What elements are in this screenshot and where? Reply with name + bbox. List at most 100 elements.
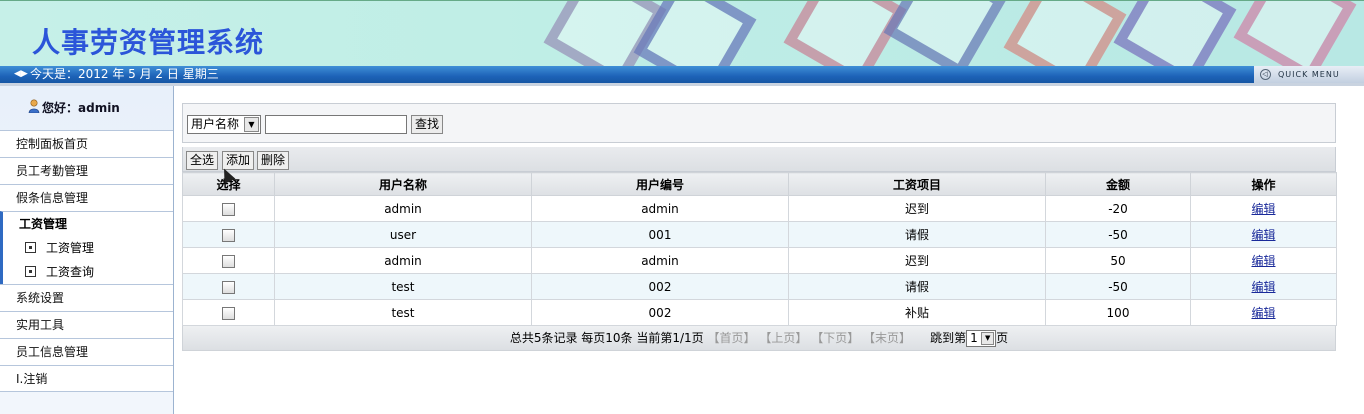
pagination-summary: 总共5条记录 每页10条 当前第1/1页 [509, 331, 704, 345]
edit-link[interactable]: 编辑 [1251, 254, 1275, 268]
sidebar-subitem-label: 工资管理 [46, 241, 95, 255]
column-header: 用户编号 [531, 172, 789, 196]
cell-amount: -20 [1045, 195, 1191, 222]
table-row: user 001 请假 -50 编辑 [182, 221, 1337, 248]
cell-user-id: admin [531, 195, 789, 222]
table-row: test 002 请假 -50 编辑 [182, 273, 1337, 300]
header-banner: 人事劳资管理系统 [0, 0, 1364, 66]
sidebar-item-settings[interactable]: 系统设置 [0, 284, 173, 311]
banner-decoration [1113, 1, 1237, 66]
edit-link[interactable]: 编辑 [1251, 280, 1275, 294]
first-page-link[interactable]: 【首页】 [708, 331, 756, 345]
sidebar-item-label: 假条信息管理 [16, 191, 89, 205]
sidebar-subitem-label: 工资查询 [46, 265, 95, 279]
chevron-down-icon: ▼ [244, 117, 259, 132]
chevron-down-icon: ▼ [981, 332, 995, 345]
cell-user-name: test [274, 273, 532, 300]
column-header: 用户名称 [274, 172, 532, 196]
table-header-row: 选择 用户名称 用户编号 工资项目 金额 操作 [182, 172, 1337, 196]
quick-menu-label: QUICK MENU [1278, 70, 1340, 79]
column-header: 工资项目 [788, 172, 1046, 196]
search-input[interactable] [265, 115, 407, 134]
cell-user-name: admin [274, 247, 532, 274]
cell-user-name: admin [274, 195, 532, 222]
select-all-button[interactable]: 全选 [186, 151, 218, 170]
cell-salary-item: 请假 [788, 273, 1046, 300]
search-button[interactable]: 查找 [411, 115, 443, 134]
cell-salary-item: 请假 [788, 221, 1046, 248]
main-content: 用户名称 ▼ 查找 全选 添加 删除 选择 用户名称 用户编号 工资项目 金额 … [182, 103, 1337, 351]
sidebar-group-title[interactable]: 工资管理 [3, 212, 173, 236]
back-arrow-icon: ◁ [1260, 69, 1271, 80]
search-field-select[interactable]: 用户名称 ▼ [187, 115, 261, 134]
column-header: 金额 [1045, 172, 1191, 196]
sidebar-subitem-salary-query[interactable]: 工资查询 [3, 260, 173, 284]
last-page-link[interactable]: 【末页】 [863, 331, 911, 345]
edit-link[interactable]: 编辑 [1251, 202, 1275, 216]
user-icon [28, 99, 40, 113]
pagination-bar: 总共5条记录 每页10条 当前第1/1页 【首页】 【上页】 【下页】 【末页】… [182, 326, 1336, 351]
row-checkbox[interactable] [222, 228, 235, 242]
quick-menu-button[interactable]: ◁ QUICK MENU [1254, 66, 1364, 83]
cell-amount: 50 [1045, 247, 1191, 274]
app-title: 人事劳资管理系统 [32, 26, 265, 59]
edit-link[interactable]: 编辑 [1251, 228, 1275, 242]
user-greeting: 您好：admin [0, 86, 173, 130]
greeting-text: 您好：admin [42, 101, 120, 115]
date-text: 今天是：2012 年 5 月 2 日 星期三 [30, 67, 219, 81]
cell-user-id: 002 [531, 273, 789, 300]
cell-salary-item: 迟到 [788, 195, 1046, 222]
sidebar-item-tools[interactable]: 实用工具 [0, 311, 173, 338]
jump-suffix: 页 [996, 331, 1009, 345]
date-bar: ◀▶ 今天是：2012 年 5 月 2 日 星期三 ◁ QUICK MENU [0, 66, 1364, 83]
cell-amount: -50 [1045, 221, 1191, 248]
column-header: 操作 [1190, 172, 1337, 196]
cell-user-id: 001 [531, 221, 789, 248]
sidebar-item-label: I.注销 [16, 372, 48, 386]
sidebar-item-employees[interactable]: 员工信息管理 [0, 338, 173, 365]
table-row: admin admin 迟到 50 编辑 [182, 247, 1337, 274]
sidebar-item-label: 控制面板首页 [16, 137, 89, 151]
row-checkbox[interactable] [222, 306, 235, 320]
cell-salary-item: 补贴 [788, 299, 1046, 326]
jump-prefix: 跳到第 [930, 331, 967, 345]
search-field-value: 用户名称 [191, 117, 240, 131]
sidebar-group-salary: 工资管理 工资管理 工资查询 [0, 211, 173, 284]
sidebar: 您好：admin 控制面板首页 员工考勤管理 假条信息管理 工资管理 工资管理 … [0, 86, 174, 414]
next-page-link[interactable]: 【下页】 [811, 331, 859, 345]
sidebar-item-label: 员工信息管理 [16, 345, 89, 359]
edit-link[interactable]: 编辑 [1251, 306, 1275, 320]
cell-user-id: 002 [531, 299, 789, 326]
sidebar-item-label: 系统设置 [16, 291, 65, 305]
banner-decoration [883, 1, 1007, 66]
cell-user-name: test [274, 299, 532, 326]
row-checkbox[interactable] [222, 254, 235, 268]
cell-amount: -50 [1045, 273, 1191, 300]
sidebar-subitem-salary-manage[interactable]: 工资管理 [3, 236, 173, 260]
arrows-icon: ◀▶ [14, 69, 28, 79]
sidebar-item-leave[interactable]: 假条信息管理 [0, 184, 173, 211]
row-checkbox[interactable] [222, 280, 235, 294]
salary-table: 选择 用户名称 用户编号 工资项目 金额 操作 admin admin 迟到 -… [182, 172, 1337, 326]
banner-decoration [1003, 1, 1127, 66]
cell-amount: 100 [1045, 299, 1191, 326]
table-row: test 002 补贴 100 编辑 [182, 299, 1337, 326]
page-select-value: 1 [970, 331, 978, 345]
sidebar-item-dashboard[interactable]: 控制面板首页 [0, 130, 173, 157]
row-checkbox[interactable] [222, 202, 235, 216]
cell-salary-item: 迟到 [788, 247, 1046, 274]
prev-page-link[interactable]: 【上页】 [759, 331, 807, 345]
cell-user-name: user [274, 221, 532, 248]
page-select[interactable]: 1 ▼ [966, 330, 997, 347]
sidebar-item-label: 员工考勤管理 [16, 164, 89, 178]
square-bullet-icon [25, 266, 36, 277]
banner-decoration [1233, 1, 1357, 66]
cell-user-id: admin [531, 247, 789, 274]
sidebar-item-attendance[interactable]: 员工考勤管理 [0, 157, 173, 184]
divider [0, 83, 1364, 86]
search-panel: 用户名称 ▼ 查找 [182, 103, 1336, 143]
delete-button[interactable]: 删除 [257, 151, 289, 170]
sidebar-item-label: 实用工具 [16, 318, 65, 332]
table-row: admin admin 迟到 -20 编辑 [182, 195, 1337, 222]
sidebar-item-logout[interactable]: I.注销 [0, 365, 173, 392]
